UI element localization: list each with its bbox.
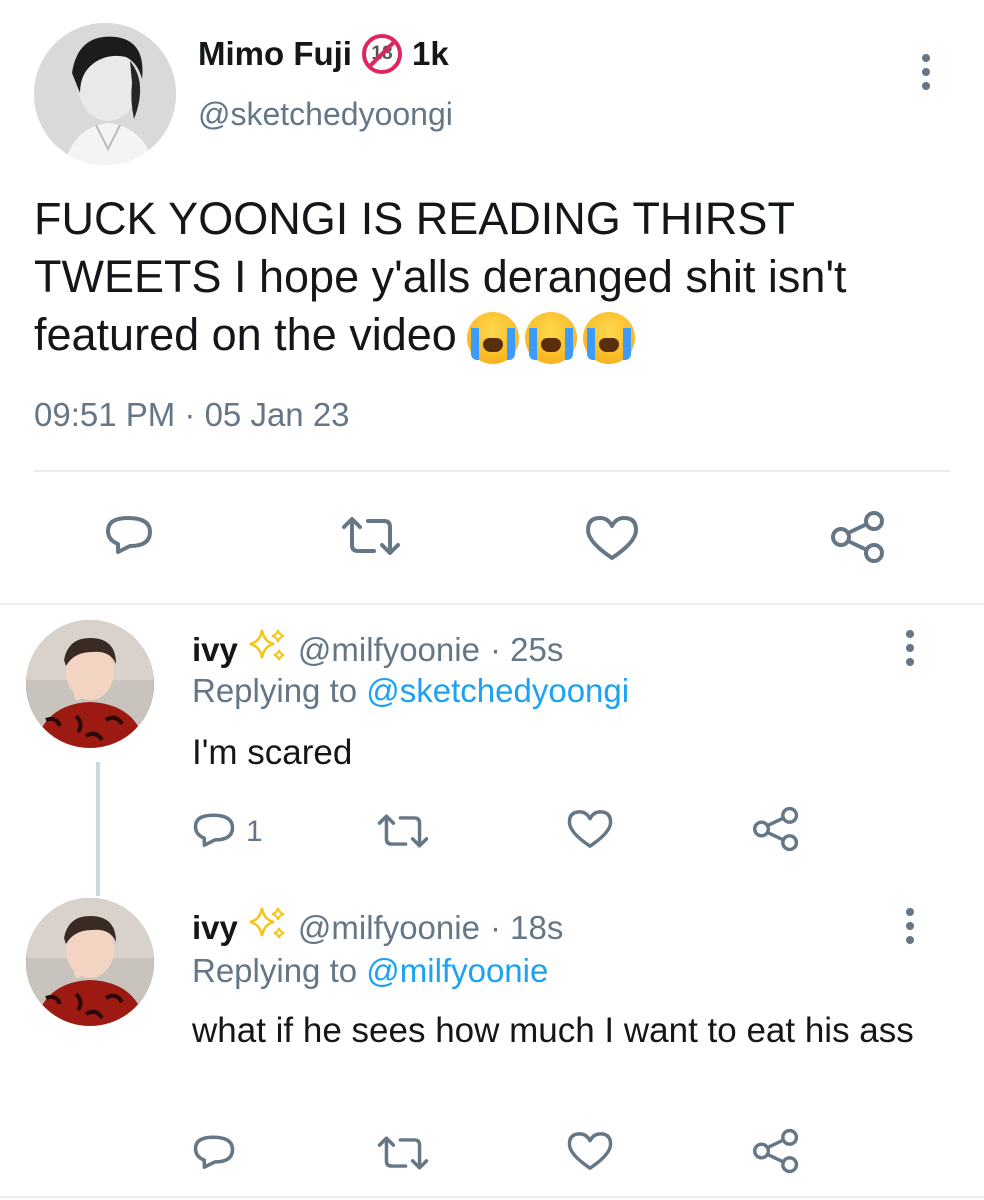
like-icon[interactable] bbox=[566, 1130, 614, 1172]
reply-author-name[interactable]: ivy bbox=[192, 909, 238, 947]
reply-age: · 25s bbox=[489, 631, 564, 668]
reply-author-handle[interactable]: @milfyoonie bbox=[298, 909, 480, 947]
replying-to-link[interactable]: @sketchedyoongi bbox=[366, 672, 629, 709]
reply-icon[interactable] bbox=[192, 1132, 236, 1176]
follower-count: 1k bbox=[411, 35, 449, 72]
reply-text: what if he sees how much I want to eat h… bbox=[192, 1011, 914, 1050]
replying-prefix: Replying to bbox=[192, 672, 367, 709]
more-options-icon[interactable] bbox=[906, 630, 914, 666]
retweet-icon[interactable] bbox=[376, 1134, 430, 1172]
divider bbox=[0, 1196, 984, 1198]
sparkles-icon bbox=[248, 626, 288, 674]
loudly-crying-face-icon bbox=[466, 312, 519, 365]
replying-to-line: Replying to @sketchedyoongi bbox=[192, 672, 629, 710]
emoji-group bbox=[466, 312, 635, 365]
author-handle[interactable]: @sketchedyoongi bbox=[198, 96, 453, 133]
like-icon[interactable] bbox=[566, 808, 614, 850]
sparkles-icon bbox=[248, 904, 288, 952]
reply-header: ivy @milfyoonie · 25s bbox=[192, 626, 563, 674]
reply-icon[interactable] bbox=[192, 810, 236, 854]
reply-button[interactable]: 1 bbox=[192, 810, 263, 854]
reply-text: I'm scared bbox=[192, 733, 353, 772]
like-icon[interactable] bbox=[584, 514, 640, 562]
author-avatar[interactable] bbox=[34, 23, 176, 165]
reply-count: 1 bbox=[246, 815, 263, 848]
divider bbox=[0, 603, 984, 605]
loudly-crying-face-icon bbox=[524, 312, 577, 365]
share-icon[interactable] bbox=[830, 510, 886, 564]
share-icon[interactable] bbox=[752, 1128, 800, 1174]
divider bbox=[34, 470, 950, 472]
retweet-icon[interactable] bbox=[340, 515, 402, 557]
nsfw-18-badge-icon: 18 bbox=[361, 34, 402, 74]
author-display-name[interactable]: Mimo Fuji bbox=[198, 35, 352, 73]
loudly-crying-face-icon bbox=[582, 312, 635, 365]
more-options-icon[interactable] bbox=[922, 54, 930, 90]
replying-prefix: Replying to bbox=[192, 952, 367, 989]
reply-icon[interactable] bbox=[104, 512, 154, 562]
tweet-body: FUCK YOONGI IS READING THIRST TWEETS I h… bbox=[34, 190, 954, 365]
badge-text: 18 bbox=[371, 43, 393, 64]
reply-age: · 18s bbox=[489, 909, 564, 946]
reply-avatar[interactable] bbox=[26, 620, 154, 748]
retweet-icon[interactable] bbox=[376, 812, 430, 850]
tweet-text: FUCK YOONGI IS READING THIRST TWEETS I h… bbox=[34, 193, 847, 360]
replying-to-line: Replying to @milfyoonie bbox=[192, 952, 548, 990]
reply-author-name[interactable]: ivy bbox=[192, 631, 238, 669]
reply-author-handle[interactable]: @milfyoonie bbox=[298, 631, 480, 669]
author-name-row[interactable]: Mimo Fuji 18 1k bbox=[198, 34, 449, 74]
thread-connector bbox=[96, 762, 100, 896]
replying-to-link[interactable]: @milfyoonie bbox=[366, 952, 548, 989]
more-options-icon[interactable] bbox=[906, 908, 914, 944]
tweet-timestamp[interactable]: 09:51 PM · 05 Jan 23 bbox=[34, 396, 350, 434]
share-icon[interactable] bbox=[752, 806, 800, 852]
reply-header: ivy @milfyoonie · 18s bbox=[192, 904, 563, 952]
reply-avatar[interactable] bbox=[26, 898, 154, 1026]
